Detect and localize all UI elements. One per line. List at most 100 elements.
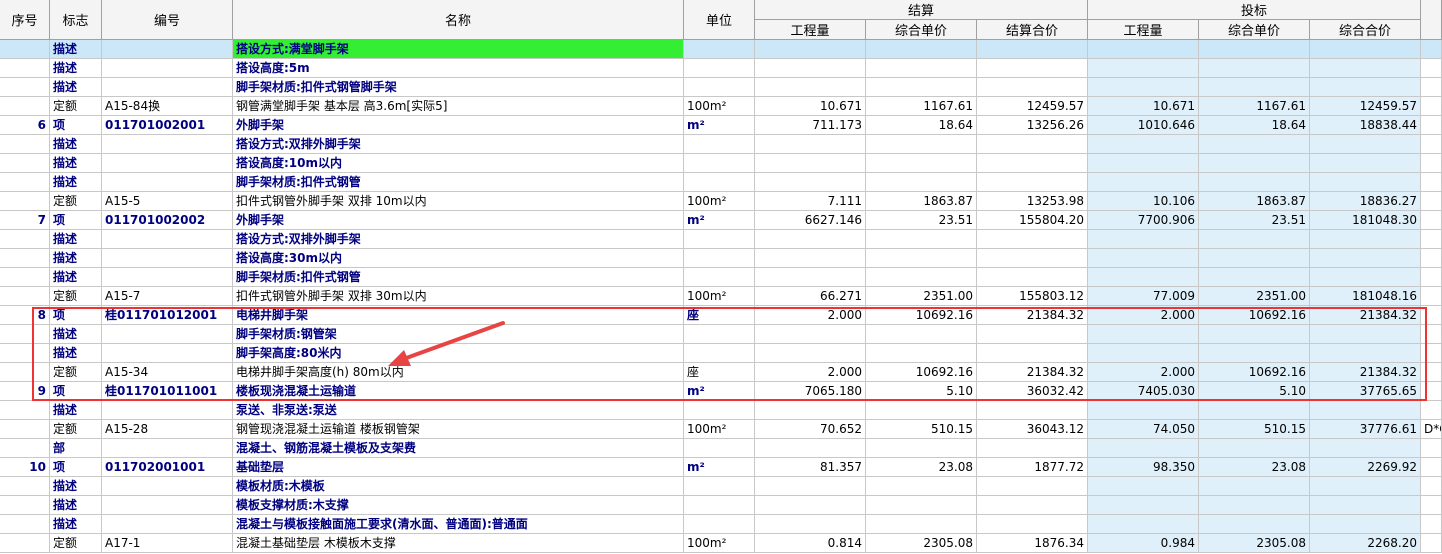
cell-seq[interactable]: [0, 534, 50, 553]
cell-flag[interactable]: 描述: [50, 230, 102, 249]
table-row[interactable]: 描述 脚手架材质:扣件式钢管: [0, 268, 1442, 287]
cell-q2[interactable]: [1088, 401, 1199, 420]
cell-t1[interactable]: [977, 154, 1088, 173]
cell-code[interactable]: [102, 40, 233, 59]
cell-p1[interactable]: 18.64: [866, 116, 977, 135]
cell-p2[interactable]: [1199, 135, 1310, 154]
cell-p2[interactable]: [1199, 249, 1310, 268]
cell-q1[interactable]: [755, 249, 866, 268]
cell-seq[interactable]: [0, 439, 50, 458]
table-row[interactable]: 7 项 011701002002 外脚手架 m² 6627.146 23.51 155804.…: [0, 211, 1442, 230]
cell-seq[interactable]: [0, 135, 50, 154]
cell-unit[interactable]: m²: [684, 458, 755, 477]
cell-q1[interactable]: [755, 154, 866, 173]
cell-unit[interactable]: 100m²: [684, 192, 755, 211]
cell-name[interactable]: 搭设高度:10m以内: [233, 154, 684, 173]
cell-seq[interactable]: [0, 192, 50, 211]
cell-seq[interactable]: 6: [0, 116, 50, 135]
cell-unit[interactable]: 100m²: [684, 534, 755, 553]
cell-p2[interactable]: 1863.87: [1199, 192, 1310, 211]
cell-name[interactable]: 脚手架材质:扣件式钢管: [233, 268, 684, 287]
cell-unit[interactable]: [684, 515, 755, 534]
cell-code[interactable]: [102, 439, 233, 458]
cell-p2[interactable]: 23.51: [1199, 211, 1310, 230]
cell-t1[interactable]: [977, 173, 1088, 192]
cell-code[interactable]: [102, 59, 233, 78]
cell-t2[interactable]: [1310, 496, 1421, 515]
cell-q1[interactable]: [755, 230, 866, 249]
cell-name[interactable]: 搭设高度:30m以内: [233, 249, 684, 268]
cell-p2[interactable]: [1199, 268, 1310, 287]
cell-t1[interactable]: [977, 268, 1088, 287]
cell-q1[interactable]: [755, 78, 866, 97]
cell-seq[interactable]: [0, 268, 50, 287]
cell-t2[interactable]: [1310, 249, 1421, 268]
cell-t2[interactable]: [1310, 477, 1421, 496]
cell-p1[interactable]: [866, 496, 977, 515]
cell-p1[interactable]: [866, 135, 977, 154]
cell-name[interactable]: 脚手架材质:扣件式钢管脚手架: [233, 78, 684, 97]
cell-x[interactable]: [1421, 515, 1442, 534]
cell-t2[interactable]: [1310, 230, 1421, 249]
table-row[interactable]: 定额 A15-28 钢管现浇混凝土运输道 楼板钢管架 100m² 70.652 510.1…: [0, 420, 1442, 439]
cell-x[interactable]: [1421, 116, 1442, 135]
cell-t2[interactable]: 2268.20: [1310, 534, 1421, 553]
cell-p1[interactable]: 2351.00: [866, 287, 977, 306]
cell-flag[interactable]: 描述: [50, 477, 102, 496]
header-code[interactable]: 编号: [102, 0, 233, 40]
cell-t1[interactable]: [977, 59, 1088, 78]
cell-q1[interactable]: [755, 439, 866, 458]
table-row[interactable]: 描述 混凝土与模板接触面施工要求(清水面、普通面):普通面: [0, 515, 1442, 534]
cell-p1[interactable]: [866, 78, 977, 97]
cell-flag[interactable]: 定额: [50, 420, 102, 439]
cell-p2[interactable]: [1199, 230, 1310, 249]
cell-t2[interactable]: [1310, 135, 1421, 154]
cell-t2[interactable]: 181048.16: [1310, 287, 1421, 306]
cell-name[interactable]: 搭设方式:双排外脚手架: [233, 230, 684, 249]
cell-flag[interactable]: 定额: [50, 534, 102, 553]
cell-code[interactable]: [102, 173, 233, 192]
cell-p2[interactable]: 18.64: [1199, 116, 1310, 135]
cell-x[interactable]: [1421, 458, 1442, 477]
table-row[interactable]: 描述 搭设方式:双排外脚手架: [0, 135, 1442, 154]
cell-seq[interactable]: [0, 401, 50, 420]
cell-unit[interactable]: 100m²: [684, 287, 755, 306]
table-row[interactable]: 描述 搭设方式:满堂脚手架: [0, 40, 1442, 59]
cell-p2[interactable]: [1199, 173, 1310, 192]
cell-p2[interactable]: 2305.08: [1199, 534, 1310, 553]
cell-unit[interactable]: [684, 268, 755, 287]
cell-flag[interactable]: 描述: [50, 59, 102, 78]
table-row[interactable]: 描述 模板材质:木模板: [0, 477, 1442, 496]
cell-q1[interactable]: 7.111: [755, 192, 866, 211]
cell-name[interactable]: 钢管满堂脚手架 基本层 高3.6m[实际5]: [233, 97, 684, 116]
header-unit[interactable]: 单位: [684, 0, 755, 40]
cell-unit[interactable]: [684, 249, 755, 268]
cell-q2[interactable]: [1088, 173, 1199, 192]
cell-name[interactable]: 外脚手架: [233, 116, 684, 135]
table-row[interactable]: 6 项 011701002001 外脚手架 m² 711.173 18.64 13256.26…: [0, 116, 1442, 135]
cell-flag[interactable]: 描述: [50, 249, 102, 268]
cell-q1[interactable]: 66.271: [755, 287, 866, 306]
cell-t2[interactable]: [1310, 401, 1421, 420]
cell-code[interactable]: 011701002001: [102, 116, 233, 135]
cell-p1[interactable]: [866, 249, 977, 268]
cell-p1[interactable]: [866, 154, 977, 173]
cell-t2[interactable]: 18836.27: [1310, 192, 1421, 211]
cell-code[interactable]: [102, 78, 233, 97]
cell-name[interactable]: 外脚手架: [233, 211, 684, 230]
cell-unit[interactable]: [684, 173, 755, 192]
cell-t2[interactable]: [1310, 173, 1421, 192]
cell-t1[interactable]: [977, 135, 1088, 154]
cell-flag[interactable]: 定额: [50, 97, 102, 116]
cell-code[interactable]: 011702001001: [102, 458, 233, 477]
cell-q2[interactable]: 0.984: [1088, 534, 1199, 553]
cell-t1[interactable]: 13253.98: [977, 192, 1088, 211]
cell-seq[interactable]: [0, 249, 50, 268]
cell-flag[interactable]: 描述: [50, 40, 102, 59]
header-flag[interactable]: 标志: [50, 0, 102, 40]
cell-seq[interactable]: [0, 477, 50, 496]
cell-flag[interactable]: 定额: [50, 287, 102, 306]
cell-x[interactable]: [1421, 59, 1442, 78]
cell-x[interactable]: [1421, 496, 1442, 515]
cell-q2[interactable]: [1088, 496, 1199, 515]
